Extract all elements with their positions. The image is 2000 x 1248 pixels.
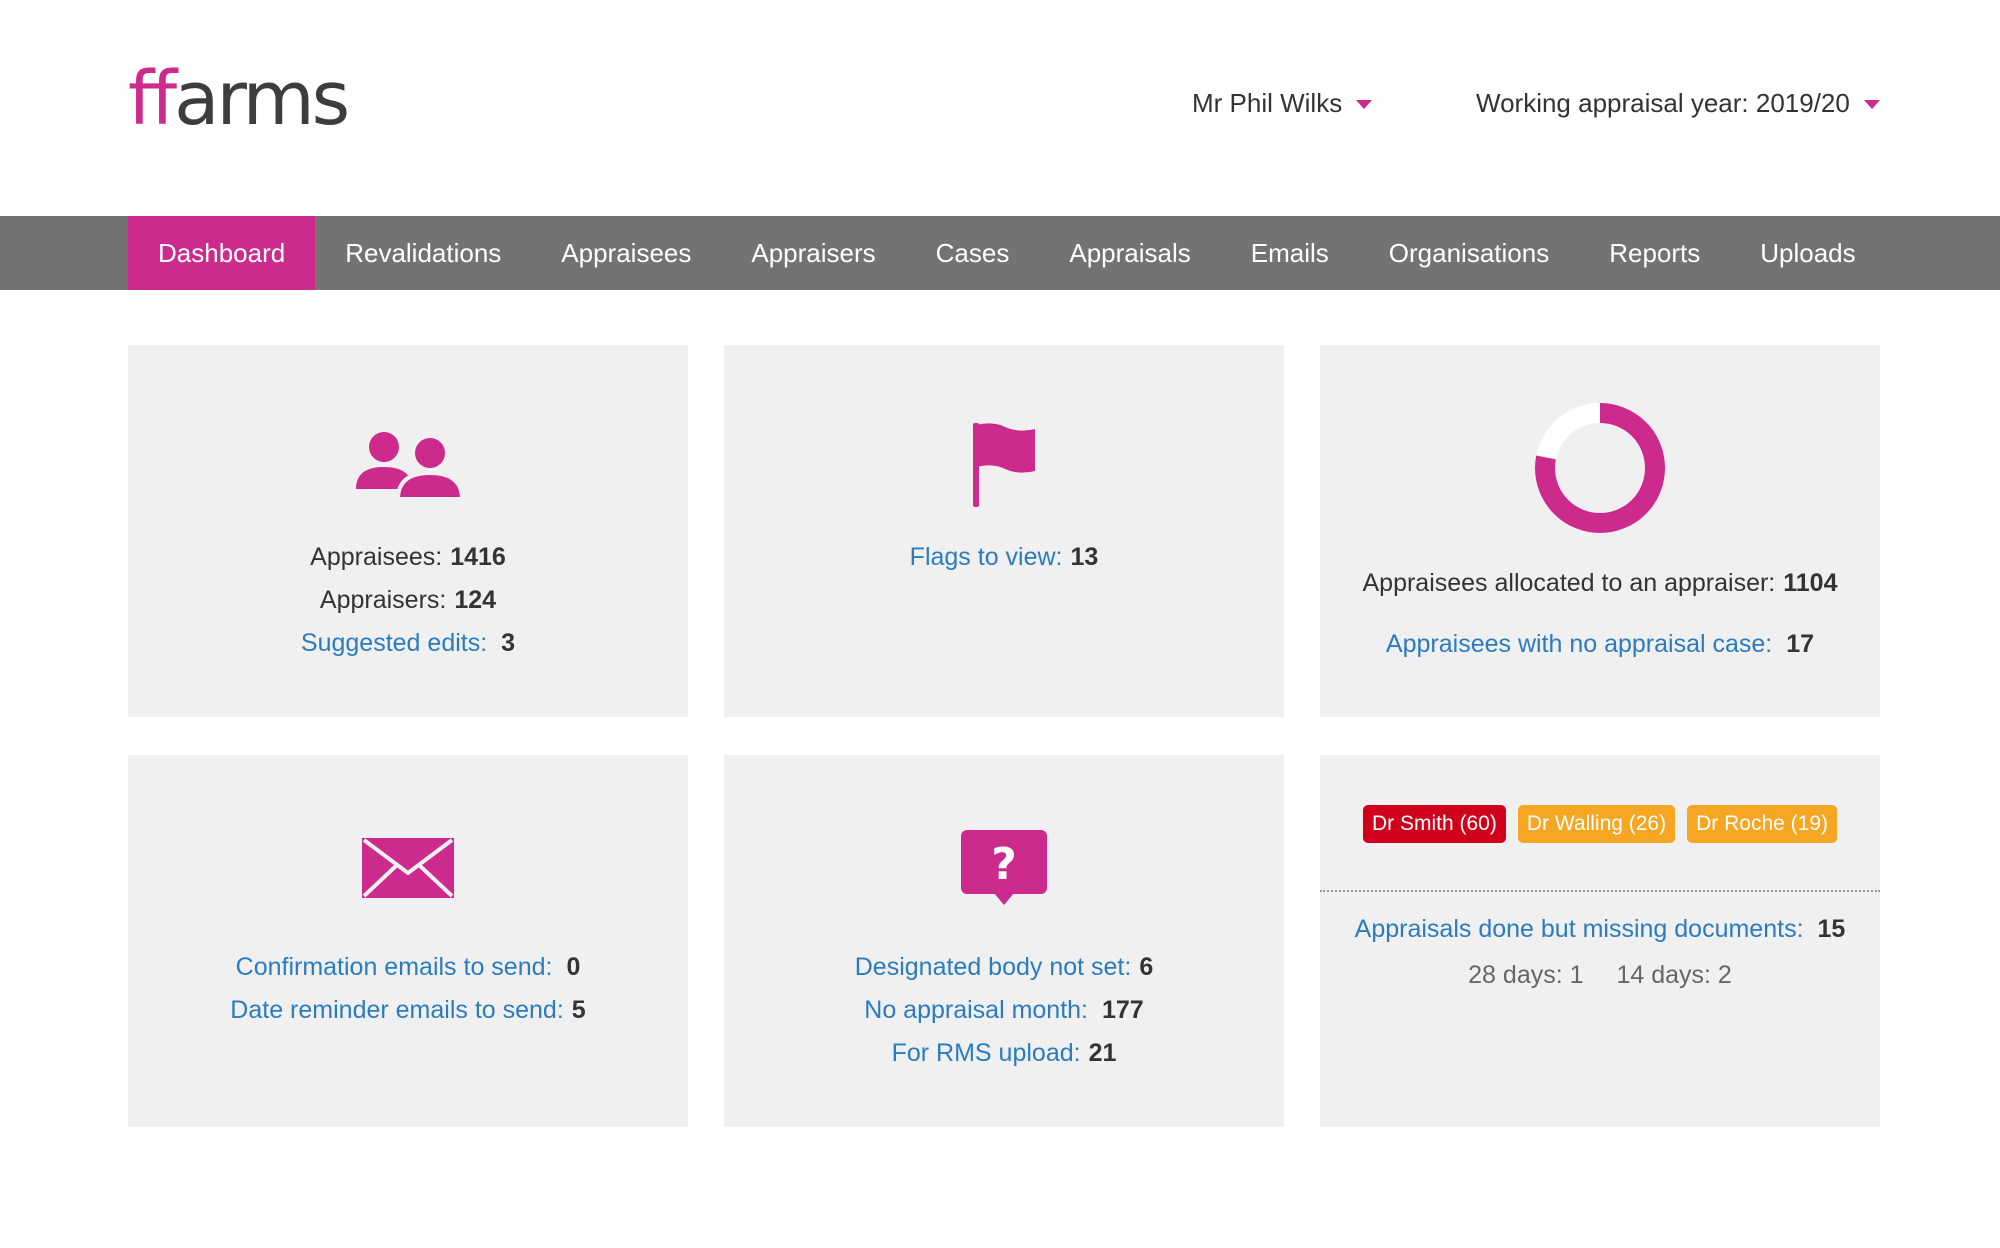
caret-down-icon [1863,100,1880,109]
emails-card: Confirmation emails to send: 0 Date remin… [128,755,688,1127]
rms-upload-row: For RMS upload: 21 [724,1039,1284,1068]
appraisal-year-label: Working appraisal year: 2019/20 [1476,88,1850,118]
appraisees-count-row: Appraisees: 1416 [128,543,688,572]
main-nav: Dashboard Revalidations Appraisees Appra… [0,216,2000,290]
confirmation-emails-value: 0 [566,953,581,981]
rms-upload-link[interactable]: For RMS upload: [892,1039,1081,1067]
missing-documents-value: 15 [1817,915,1846,943]
caret-down-icon [1356,100,1373,109]
logo-arms: arms [174,56,350,142]
no-appraisal-case-link[interactable]: Appraisees with no appraisal case: [1386,630,1772,658]
confirmation-emails-link[interactable]: Confirmation emails to send: [236,953,553,981]
question-bubble-icon: ? [961,830,1047,905]
nav-cases[interactable]: Cases [906,216,1040,290]
tag-dr-roche[interactable]: Dr Roche (19) [1687,805,1837,843]
no-appraisal-month-link[interactable]: No appraisal month: [864,996,1088,1024]
appraisers-label: Appraisers: [319,586,447,614]
allocated-row: Appraisees allocated to an appraiser: 110… [1320,569,1880,598]
reminder-emails-row: Date reminder emails to send: 5 [128,996,688,1025]
tag-dr-smith[interactable]: Dr Smith (60) [1363,805,1506,843]
flags-value: 13 [1070,543,1099,571]
svg-text:?: ? [991,839,1017,890]
queries-card: ? Designated body not set: 6 No appraisal… [724,755,1284,1127]
appraisees-label: Appraisees: [310,543,443,571]
designated-body-value: 6 [1139,953,1154,981]
days-breakdown-row: 28 days: 1 14 days: 2 [1320,961,1880,990]
nav-appraisees[interactable]: Appraisees [531,216,721,290]
dotted-divider [1320,890,1880,892]
suggested-edits-value: 3 [501,629,516,657]
people-card: Appraisees: 1416 Appraisers: 124 Suggested… [128,345,688,717]
allocation-card: Appraisees allocated to an appraiser: 110… [1320,345,1880,717]
users-icon [356,432,462,501]
tag-dr-walling[interactable]: Dr Walling (26) [1517,805,1676,843]
missing-documents-link[interactable]: Appraisals done but missing documents: [1355,915,1804,943]
no-case-value: 17 [1786,630,1815,658]
nav-dashboard[interactable]: Dashboard [128,216,316,290]
allocated-label: Appraisees allocated to an appraiser: [1362,569,1776,597]
appraiser-tags: Dr Smith (60) Dr Walling (26) Dr Roche (… [1320,805,1880,843]
no-appraisal-month-value: 177 [1102,996,1144,1024]
flags-to-view-link[interactable]: Flags to view: [910,543,1063,571]
ffarms-logo[interactable]: ffarms [128,62,350,136]
user-menu[interactable]: Mr Phil Wilks [1192,88,1373,119]
reminder-emails-link[interactable]: Date reminder emails to send: [230,996,563,1024]
nav-revalidations[interactable]: Revalidations [315,216,531,290]
flag-icon [973,423,1035,507]
nav-appraisals[interactable]: Appraisals [1039,216,1220,290]
missing-documents-card: Dr Smith (60) Dr Walling (26) Dr Roche (… [1320,755,1880,1127]
nav-uploads[interactable]: Uploads [1730,216,1885,290]
appraisees-value: 1416 [450,543,506,571]
nav-appraisers[interactable]: Appraisers [721,216,905,290]
nav-reports[interactable]: Reports [1579,216,1730,290]
envelope-icon [362,838,454,898]
days-28-text: 28 days: 1 [1468,961,1584,989]
appraisal-year-menu[interactable]: Working appraisal year: 2019/20 [1476,88,1880,119]
no-appraisal-month-row: No appraisal month: 177 [724,996,1284,1025]
nav-organisations[interactable]: Organisations [1359,216,1579,290]
designated-body-row: Designated body not set: 6 [724,953,1284,982]
days-14-text: 14 days: 2 [1616,961,1732,989]
user-name: Mr Phil Wilks [1192,88,1343,118]
reminder-emails-value: 5 [571,996,586,1024]
appraisers-count-row: Appraisers: 124 [128,586,688,615]
designated-body-link[interactable]: Designated body not set: [855,953,1132,981]
rms-upload-value: 21 [1088,1039,1117,1067]
suggested-edits-row: Suggested edits: 3 [128,629,688,658]
missing-documents-row: Appraisals done but missing documents: 15 [1320,915,1880,944]
no-case-row: Appraisees with no appraisal case: 17 [1320,630,1880,659]
flags-card: Flags to view: 13 [724,345,1284,717]
appraisers-value: 124 [454,586,497,614]
confirmation-emails-row: Confirmation emails to send: 0 [128,953,688,982]
allocated-value: 1104 [1783,569,1838,597]
logo-ff: ff [128,56,177,142]
allocation-progress-ring [1535,403,1665,533]
nav-emails[interactable]: Emails [1221,216,1359,290]
flags-row: Flags to view: 13 [724,543,1284,572]
suggested-edits-link[interactable]: Suggested edits: [301,629,487,657]
